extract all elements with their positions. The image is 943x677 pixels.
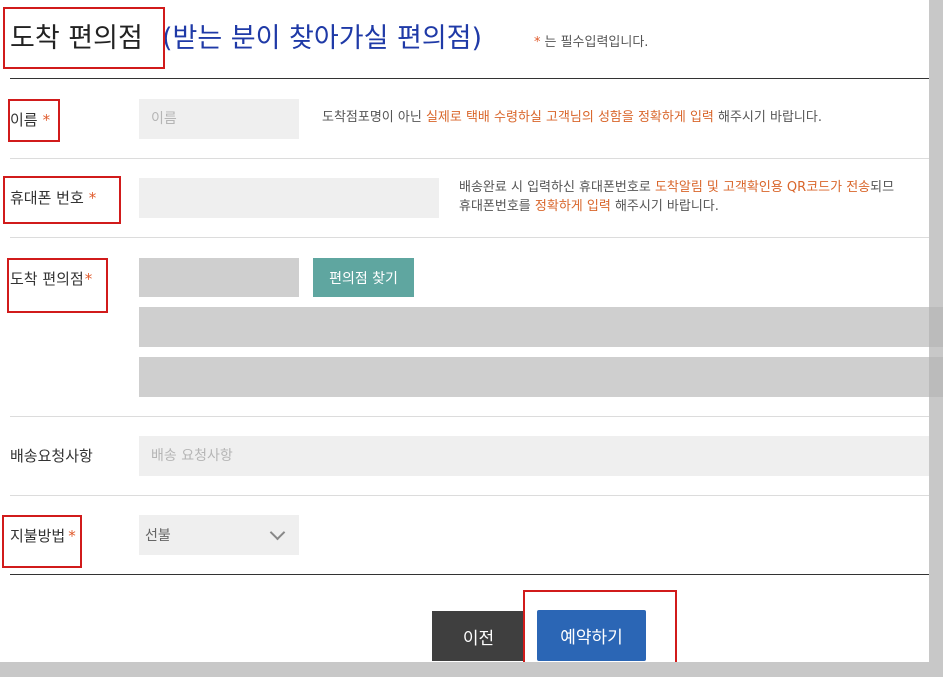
required-note-text: 는 필수입력입니다. xyxy=(544,35,649,50)
reserve-button[interactable]: 예약하기 xyxy=(537,610,646,661)
required-star: * xyxy=(534,35,541,50)
reservation-form: 도착 편의점 (받는 분이 찾아가실 편의점) * 는 필수입력입니다. 이름 * … xyxy=(0,0,929,662)
delivery-request-input[interactable] xyxy=(139,436,929,476)
phone-required-star: * xyxy=(88,189,97,207)
store-code-field[interactable] xyxy=(139,258,299,297)
phone-input[interactable] xyxy=(139,178,439,218)
name-help-prefix: 도착점포명이 아닌 xyxy=(322,110,426,125)
payment-label-text: 지불방법 xyxy=(10,527,66,545)
phone-help-line2-emphasis: 정확하게 입력 xyxy=(534,199,611,214)
payment-selected-value: 선불 xyxy=(145,528,171,544)
request-label: 배송요청사항 xyxy=(10,447,93,465)
store-label-text: 도착 편의점 xyxy=(10,270,84,288)
name-help-emphasis: 실제로 택배 수령하실 고객님의 성함을 정확하게 입력 xyxy=(425,110,714,125)
payment-required-star: * xyxy=(68,527,76,545)
page-subtitle: (받는 분이 찾아가실 편의점) xyxy=(162,23,483,54)
row-divider xyxy=(10,416,929,417)
backdrop-bottom xyxy=(0,662,943,677)
name-input[interactable] xyxy=(139,99,299,139)
row-divider xyxy=(10,495,929,496)
name-required-star: * xyxy=(42,111,51,129)
phone-help-line2-suffix: 해주시기 바랍니다. xyxy=(610,199,719,214)
row-divider xyxy=(10,158,929,159)
phone-help-line1-prefix: 배송완료 시 입력하신 휴대폰번호로 xyxy=(459,180,655,195)
chevron-down-icon xyxy=(269,524,286,541)
name-label-text: 이름 xyxy=(10,111,38,129)
store-name-field xyxy=(139,307,929,347)
row-divider xyxy=(10,237,929,238)
name-help: 도착점포명이 아닌 실제로 택배 수령하실 고객님의 성함을 정확하게 입력 해… xyxy=(322,109,822,127)
name-label: 이름 * xyxy=(10,109,50,130)
phone-help-line1-suffix: 되므 xyxy=(870,180,895,195)
find-store-button[interactable]: 편의점 찾기 xyxy=(313,258,414,297)
phone-label: 휴대폰 번호 * xyxy=(10,187,96,208)
header-divider xyxy=(10,78,929,79)
page-title: 도착 편의점 xyxy=(10,23,143,54)
payment-method-select[interactable]: 선불 xyxy=(139,515,299,555)
phone-help-line1: 배송완료 시 입력하신 휴대폰번호로 도착알림 및 고객확인용 QR코드가 전송… xyxy=(459,179,894,197)
form-bottom-divider xyxy=(10,574,929,575)
phone-label-text: 휴대폰 번호 xyxy=(10,189,84,207)
store-address-field-overflow xyxy=(929,357,943,397)
store-required-star: * xyxy=(84,270,93,288)
store-address-field xyxy=(139,357,929,397)
prev-button[interactable]: 이전 xyxy=(432,611,525,661)
phone-help-line2-prefix: 휴대폰번호를 xyxy=(459,199,535,214)
store-label: 도착 편의점* xyxy=(10,268,92,289)
payment-label: 지불방법 * xyxy=(10,525,76,546)
phone-help-line2: 휴대폰번호를 정확하게 입력 해주시기 바랍니다. xyxy=(459,198,719,216)
name-help-suffix: 해주시기 바랍니다. xyxy=(713,110,822,125)
store-name-field-overflow xyxy=(929,307,943,347)
required-note: * 는 필수입력입니다. xyxy=(534,31,648,50)
phone-help-line1-emphasis: 도착알림 및 고객확인용 QR코드가 전송 xyxy=(654,180,871,195)
